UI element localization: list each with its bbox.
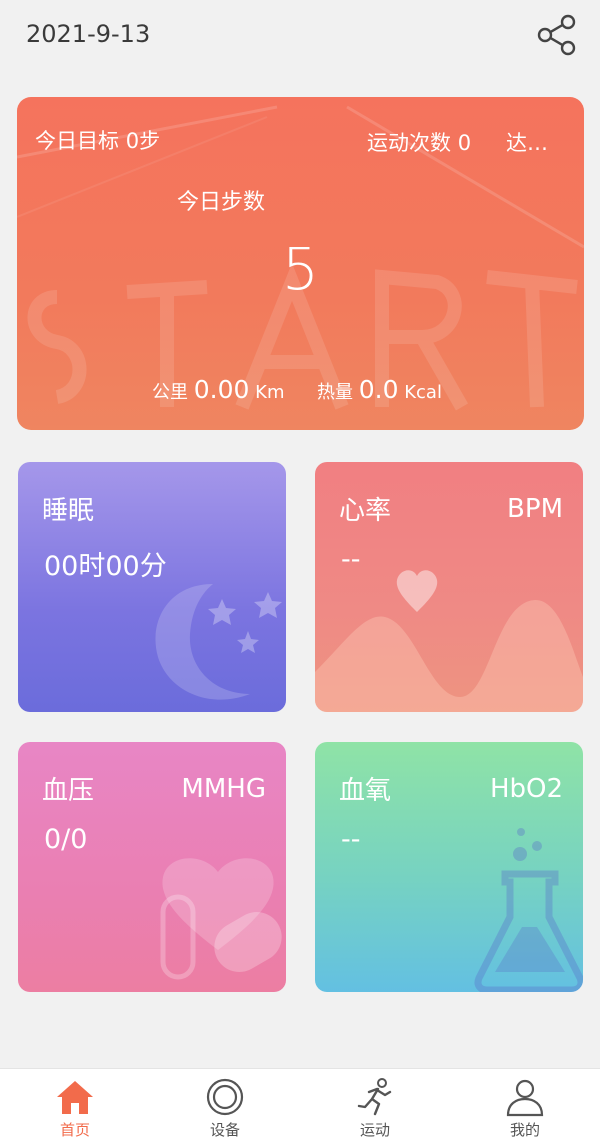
daily-goal: 今日目标 0步 — [35, 125, 160, 155]
goal-label: 今日目标 — [35, 129, 119, 153]
tab-device-label: 设备 — [209, 1121, 240, 1139]
runner-icon — [357, 1078, 392, 1116]
calorie-label: 热量 — [317, 382, 353, 403]
tab-sport[interactable]: 运动 — [300, 1069, 450, 1148]
distance-value: 0.00 — [193, 375, 250, 404]
blood-pressure-unit: MMHG — [181, 774, 266, 804]
top-bar: 2021-9-13 — [0, 0, 600, 75]
tab-home[interactable]: 首页 — [0, 1069, 150, 1148]
sleep-value: 00时00分 — [44, 551, 167, 582]
blood-pressure-tile[interactable]: 血压 MMHG 0/0 — [18, 742, 286, 992]
user-icon — [506, 1079, 544, 1117]
today-steps-value: 5 — [282, 235, 319, 303]
tab-profile-label: 我的 — [509, 1121, 540, 1139]
calorie-stat: 热量 0.0 Kcal — [317, 375, 442, 404]
blood-oxygen-unit: HbO2 — [489, 774, 563, 804]
blood-oxygen-tile[interactable]: 血氧 HbO2 -- — [315, 742, 583, 992]
sport-count: 运动次数 0 — [367, 127, 471, 157]
heart-rate-tile[interactable]: 心率 BPM -- — [315, 462, 583, 712]
distance-unit: Km — [255, 382, 285, 403]
date-label: 2021-9-13 — [26, 20, 151, 48]
sleep-tile[interactable]: 睡眠 00时00分 — [18, 462, 286, 712]
heart-rate-value: -- — [341, 544, 361, 575]
today-steps-label: 今日步数 — [177, 190, 266, 215]
goal-value: 0 — [125, 129, 140, 153]
distance-stat: 公里 0.00 Km — [152, 375, 284, 404]
calorie-unit: Kcal — [404, 382, 442, 403]
reach-rate-label: 达标率 — [506, 131, 566, 155]
bottom-tab-bar: 首页 设备 运动 我的 — [0, 1068, 600, 1148]
heart-rate-unit: BPM — [507, 494, 563, 524]
tab-sport-label: 运动 — [359, 1121, 390, 1139]
sport-count-label: 运动次数 — [367, 131, 451, 155]
heart-rate-title: 心率 — [339, 496, 392, 526]
distance-label: 公里 — [152, 382, 188, 403]
home-icon — [57, 1081, 93, 1114]
sport-count-value: 0 — [457, 131, 472, 155]
tab-profile[interactable]: 我的 — [450, 1069, 600, 1148]
watch-icon — [206, 1078, 244, 1116]
sleep-title: 睡眠 — [42, 496, 95, 526]
share-icon[interactable] — [537, 14, 579, 56]
blood-oxygen-value: -- — [341, 824, 361, 855]
blood-oxygen-title: 血氧 — [339, 776, 392, 806]
blood-pressure-value: 0/0 — [44, 824, 88, 855]
calorie-value: 0.0 — [358, 375, 399, 404]
tab-device[interactable]: 设备 — [150, 1069, 300, 1148]
steps-card[interactable]: 今日目标 0步 运动次数 0 达标率 今日步数 5 公里 0.00 Km 热量 … — [17, 97, 584, 430]
goal-unit: 步 — [139, 129, 161, 153]
blood-pressure-title: 血压 — [42, 776, 95, 806]
tab-home-label: 首页 — [59, 1121, 90, 1139]
